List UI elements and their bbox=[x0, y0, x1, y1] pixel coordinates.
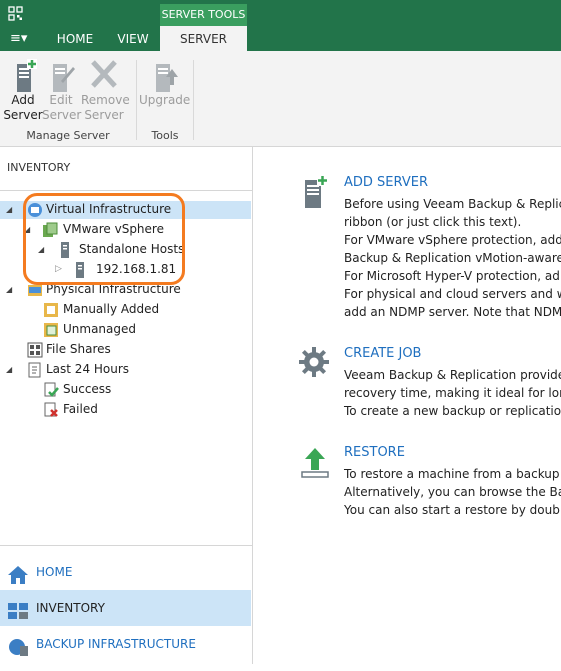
tree-item-label: Last 24 Hours bbox=[46, 362, 130, 376]
tree-item-label: Unmanaged bbox=[63, 322, 137, 336]
expand-arrow-icon[interactable]: ◢ bbox=[6, 360, 12, 379]
success-icon bbox=[43, 382, 59, 397]
inventory-icon bbox=[7, 599, 29, 619]
text-line: For physical and cloud servers and w bbox=[344, 287, 561, 301]
remove-server-icon bbox=[90, 59, 118, 93]
nav-home[interactable]: HOME bbox=[0, 554, 251, 590]
edit-server-label-2: Server bbox=[42, 108, 82, 122]
add-server-large-icon bbox=[297, 175, 329, 212]
upgrade-icon bbox=[150, 59, 178, 93]
tree-item-last-24-hours[interactable]: ◢ Last 24 Hours bbox=[0, 360, 250, 379]
ribbon-group-tools: Tools bbox=[151, 129, 179, 142]
tree-item-failed[interactable]: Failed bbox=[0, 400, 250, 419]
inventory-header: INVENTORY bbox=[7, 161, 71, 174]
tab-server[interactable]: SERVER bbox=[160, 26, 247, 51]
hamburger-menu-icon: ≡▾ bbox=[10, 31, 28, 46]
ribbon-separator bbox=[136, 60, 137, 140]
edit-server-icon bbox=[47, 59, 75, 93]
tree-item-file-shares[interactable]: File Shares bbox=[0, 340, 250, 359]
restore-link[interactable]: RESTORE bbox=[344, 445, 405, 460]
text-line: Before using Veeam Backup & Replica bbox=[344, 197, 561, 211]
remove-server-label-1: Remove bbox=[81, 93, 130, 107]
create-job-link[interactable]: CREATE JOB bbox=[344, 346, 421, 361]
divider bbox=[0, 190, 252, 191]
add-server-label-1: Add bbox=[11, 93, 35, 107]
nav-inventory-label: INVENTORY bbox=[36, 601, 105, 615]
tree-item-label: File Shares bbox=[46, 342, 111, 356]
tree-item-manually-added[interactable]: Manually Added bbox=[0, 300, 250, 319]
text-line: You can also start a restore by doubl bbox=[344, 503, 561, 517]
create-job-gear-icon bbox=[298, 346, 330, 381]
remove-server-button[interactable]: Remove Server bbox=[81, 59, 130, 123]
text-line: For VMware vSphere protection, add bbox=[344, 233, 561, 247]
tree-item-label: Failed bbox=[63, 402, 98, 416]
annotation-highlight bbox=[23, 193, 185, 285]
backup-infrastructure-icon bbox=[7, 635, 29, 656]
text-line: For Microsoft Hyper-V protection, ad bbox=[344, 269, 560, 283]
protection-group-icon bbox=[43, 302, 58, 317]
veeam-logo-icon bbox=[8, 6, 23, 21]
text-line: add an NDMP server. Note that NDM bbox=[344, 305, 561, 319]
upgrade-label: Upgrade bbox=[139, 93, 191, 107]
expand-arrow-icon[interactable]: ◢ bbox=[6, 280, 12, 299]
text-line: Veeam Backup & Replication provide bbox=[344, 368, 561, 382]
nav-home-label: HOME bbox=[36, 565, 73, 579]
unmanaged-icon bbox=[43, 322, 58, 337]
tree-item-label: Success bbox=[63, 382, 112, 396]
expand-arrow-icon[interactable]: ◢ bbox=[6, 200, 12, 219]
text-line: To create a new backup or replicatio bbox=[344, 404, 561, 418]
add-server-link[interactable]: ADD SERVER bbox=[344, 175, 428, 190]
ribbon-separator bbox=[193, 60, 194, 140]
edit-server-label-1: Edit bbox=[49, 93, 73, 107]
text-line: Alternatively, you can browse the Back bbox=[344, 485, 561, 499]
text-line: ribbon (or just click this text). bbox=[344, 215, 522, 229]
nav-backup-infrastructure[interactable]: BACKUP INFRASTRUCTURE bbox=[0, 626, 251, 662]
add-server-button[interactable]: Add Server bbox=[3, 59, 43, 123]
add-server-description: Before using Veeam Backup & Replica ribb… bbox=[344, 195, 561, 321]
text-line: To restore a machine from a backup bbox=[344, 467, 560, 481]
nav-inventory[interactable]: INVENTORY bbox=[0, 590, 251, 626]
tree-item-unmanaged[interactable]: Unmanaged bbox=[0, 320, 250, 339]
text-line: Backup & Replication vMotion-aware. bbox=[344, 251, 561, 265]
failed-icon bbox=[43, 402, 58, 417]
nav-backup-infrastructure-label: BACKUP INFRASTRUCTURE bbox=[36, 637, 196, 651]
tab-home[interactable]: HOME bbox=[46, 27, 104, 51]
edit-server-button[interactable]: Edit Server bbox=[42, 59, 82, 123]
restore-description: To restore a machine from a backup Alter… bbox=[344, 465, 561, 519]
tree-item-label: Manually Added bbox=[63, 302, 160, 316]
history-icon bbox=[27, 362, 41, 378]
home-icon bbox=[7, 563, 29, 584]
remove-server-label-2: Server bbox=[84, 108, 124, 122]
context-tab-group-label: SERVER TOOLS bbox=[160, 4, 247, 26]
add-server-label-2: Server bbox=[3, 108, 43, 122]
divider bbox=[0, 545, 252, 546]
add-server-icon bbox=[9, 59, 37, 93]
tree-item-success[interactable]: Success bbox=[0, 380, 250, 399]
tab-view[interactable]: VIEW bbox=[108, 27, 158, 51]
file-shares-icon bbox=[27, 342, 43, 358]
ribbon-group-manage-server: Manage Server bbox=[26, 129, 110, 142]
restore-arrow-icon bbox=[300, 446, 330, 481]
text-line: recovery time, making it ideal for long bbox=[344, 386, 561, 400]
upgrade-button[interactable]: Upgrade bbox=[139, 59, 191, 108]
main-menu-button[interactable]: ≡▾ bbox=[10, 27, 32, 51]
create-job-description: Veeam Backup & Replication provide recov… bbox=[344, 366, 561, 420]
